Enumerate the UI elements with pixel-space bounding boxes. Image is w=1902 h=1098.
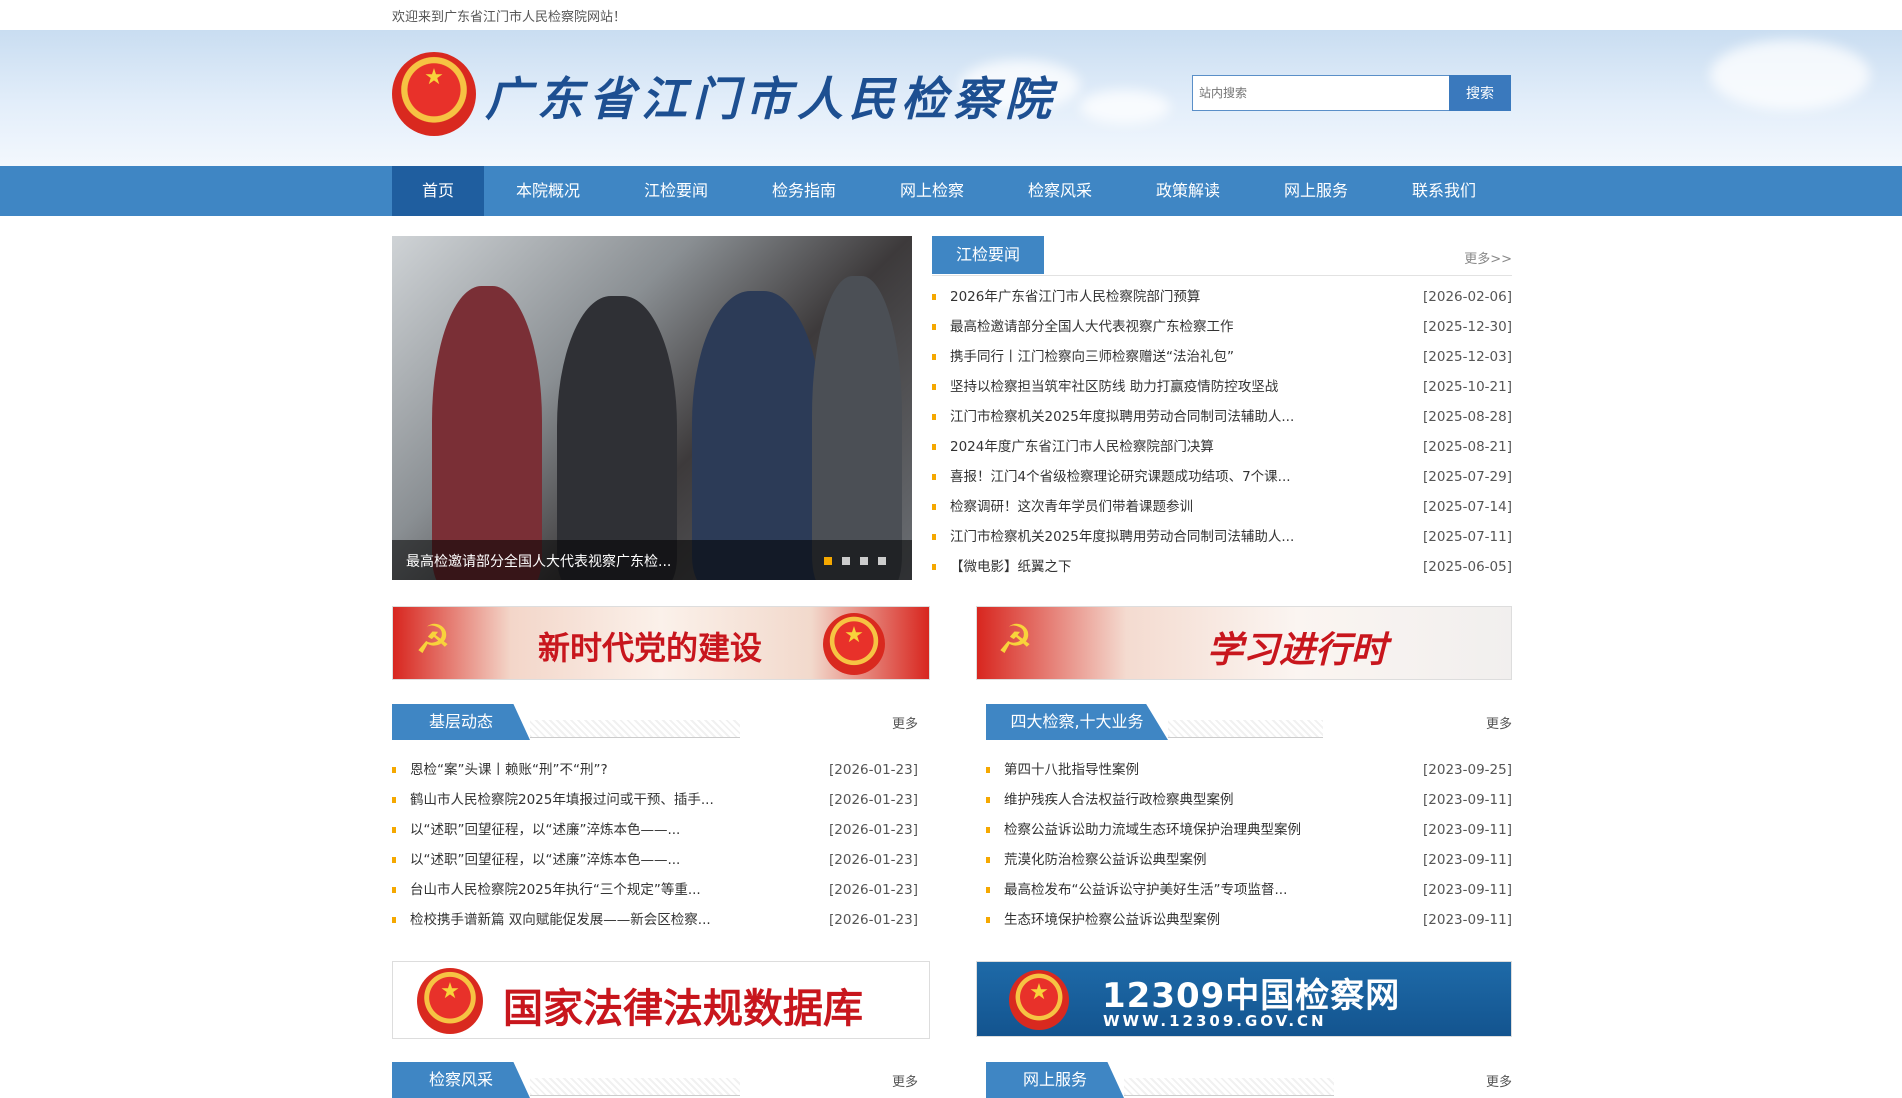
list-item[interactable]: 以“述职”回望征程，以“述廉”淬炼本色——... [2026-01-23] (392, 815, 918, 845)
tab-business[interactable]: 四大检察,十大业务 (986, 704, 1168, 740)
nav-policy[interactable]: 政策解读 (1124, 166, 1252, 216)
grassroots-more-link[interactable]: 更多 (892, 713, 918, 732)
grassroots-list: 恩检“案”头课丨赖账“刑”不“刑”? [2026-01-23] 鹤山市人民检察院2… (392, 755, 918, 935)
law-database-banner-text: 国家法律法规数据库 (503, 985, 863, 1032)
nav-guide[interactable]: 检务指南 (740, 166, 868, 216)
tab-gallery[interactable]: 检察风采 (392, 1062, 530, 1098)
header-stripe (1124, 1078, 1334, 1096)
list-item[interactable]: 台山市人民检察院2025年执行“三个规定”等重... [2026-01-23] (392, 875, 918, 905)
list-item[interactable]: 荒漠化防治检察公益诉讼典型案例 [2023-09-11] (986, 845, 1512, 875)
party-building-banner[interactable]: ☭ 新时代党的建设 (392, 606, 930, 680)
slide-photo-person (692, 291, 822, 580)
slider-dot[interactable] (824, 557, 832, 565)
slide-caption-bar: 最高检邀请部分全国人大代表视察广东检... (392, 540, 912, 580)
list-item[interactable]: 2026年广东省江门市人民检察院部门预算 [2026-02-06] (932, 282, 1512, 312)
slide-photo-person (812, 276, 902, 580)
nav-gallery[interactable]: 检察风采 (996, 166, 1124, 216)
slider-dot[interactable] (842, 557, 850, 565)
list-item[interactable]: 检察公益诉讼助力流域生态环境保护治理典型案例 [2023-09-11] (986, 815, 1512, 845)
tab-online-service[interactable]: 网上服务 (986, 1062, 1124, 1098)
list-item[interactable]: 最高检邀请部分全国人大代表视察广东检察工作 [2025-12-30] (932, 312, 1512, 342)
slide-photo-person (432, 286, 542, 580)
emblem-icon (823, 613, 885, 675)
list-item[interactable]: 检察调研！这次青年学员们带着课题参训 [2025-07-14] (932, 492, 1512, 522)
list-item[interactable]: 恩检“案”头课丨赖账“刑”不“刑”? [2026-01-23] (392, 755, 918, 785)
national-emblem-icon (417, 968, 483, 1034)
nav-about[interactable]: 本院概况 (484, 166, 612, 216)
header-stripe (530, 1078, 740, 1096)
welcome-text: 欢迎来到广东省江门市人民检察院网站！ (392, 10, 627, 25)
online-service-section-header: 网上服务 更多 (986, 1062, 1512, 1098)
main-nav: 首页 本院概况 江检要闻 检务指南 网上检察 检察风采 政策解读 网上服务 联系… (0, 166, 1902, 216)
list-item[interactable]: 携手同行丨江门检察向三师检察赠送“法治礼包” [2025-12-03] (932, 342, 1512, 372)
slide-photo-person (557, 296, 677, 580)
cloud-decoration (1080, 90, 1170, 124)
news-more-link[interactable]: 更多>> (1464, 248, 1512, 267)
business-more-link[interactable]: 更多 (1486, 713, 1512, 732)
gallery-section-header: 检察风采 更多 (392, 1062, 918, 1098)
party-emblem-icon: ☭ (415, 617, 451, 663)
slider-dot[interactable] (878, 557, 886, 565)
photo-slider[interactable]: 最高检邀请部分全国人大代表视察广东检... (392, 236, 912, 580)
list-item[interactable]: 喜报！江门4个省级检察理论研究课题成功结项、7个课... [2025-07-29] (932, 462, 1512, 492)
list-item[interactable]: 坚持以检察担当筑牢社区防线 助力打赢疫情防控攻坚战 [2025-10-21] (932, 372, 1512, 402)
business-list: 第四十八批指导性案例 [2023-09-25] 维护残疾人合法权益行政检察典型案例… (986, 755, 1512, 935)
search-box (1192, 75, 1450, 111)
tab-news[interactable]: 江检要闻 (932, 236, 1045, 274)
slider-dot[interactable] (860, 557, 868, 565)
nav-home[interactable]: 首页 (392, 166, 484, 216)
online-service-more-link[interactable]: 更多 (1486, 1071, 1512, 1090)
list-item[interactable]: 以“述职”回望征程，以“述廉”淬炼本色——... [2026-01-23] (392, 845, 918, 875)
search-input[interactable] (1193, 76, 1449, 110)
header-stripe (1168, 720, 1323, 738)
law-database-banner[interactable]: 国家法律法规数据库 (392, 961, 930, 1039)
list-item[interactable]: 最高检发布“公益诉讼守护美好生活”专项监督... [2023-09-11] (986, 875, 1512, 905)
slide-caption[interactable]: 最高检邀请部分全国人大代表视察广东检... (406, 551, 671, 571)
list-item[interactable]: 江门市检察机关2025年度拟聘用劳动合同制司法辅助人... [2025-07-11… (932, 522, 1512, 552)
list-item[interactable]: 生态环境保护检察公益诉讼典型案例 [2023-09-11] (986, 905, 1512, 935)
search-button[interactable]: 搜索 (1449, 75, 1511, 111)
list-item[interactable]: 第四十八批指导性案例 [2023-09-25] (986, 755, 1512, 785)
site-header: 广东省江门市人民检察院 搜索 (0, 30, 1902, 166)
study-banner[interactable]: ☭ 学习进行时 (976, 606, 1512, 680)
party-building-banner-text: 新时代党的建设 (538, 629, 763, 667)
tab-grassroots[interactable]: 基层动态 (392, 704, 530, 740)
cloud-decoration (1710, 40, 1870, 110)
party-emblem-icon: ☭ (997, 617, 1033, 663)
study-banner-text: 学习进行时 (1207, 629, 1388, 671)
procuratorate-12309-banner[interactable]: 12309中国检察网 WWW.12309.GOV.CN (976, 961, 1512, 1037)
national-emblem-logo[interactable] (392, 52, 476, 136)
list-item[interactable]: 检校携手谱新篇 双向赋能促发展——新会区检察... [2026-01-23] (392, 905, 918, 935)
nav-online-service[interactable]: 网上服务 (1252, 166, 1380, 216)
list-item[interactable]: 维护残疾人合法权益行政检察典型案例 [2023-09-11] (986, 785, 1512, 815)
list-item[interactable]: 江门市检察机关2025年度拟聘用劳动合同制司法辅助人... [2025-08-28… (932, 402, 1512, 432)
banner-12309-url: WWW.12309.GOV.CN (1103, 1012, 1327, 1030)
news-section-header: 江检要闻 更多>> (932, 236, 1512, 276)
list-item[interactable]: 2024年度广东省江门市人民检察院部门决算 [2025-08-21] (932, 432, 1512, 462)
gallery-more-link[interactable]: 更多 (892, 1071, 918, 1090)
nav-news[interactable]: 江检要闻 (612, 166, 740, 216)
nav-contact[interactable]: 联系我们 (1380, 166, 1508, 216)
national-emblem-icon (1009, 970, 1069, 1030)
nav-online-procuratorate[interactable]: 网上检察 (868, 166, 996, 216)
header-stripe (530, 720, 740, 738)
news-list: 2026年广东省江门市人民检察院部门预算 [2026-02-06] 最高检邀请部分… (932, 282, 1512, 582)
business-section-header: 四大检察,十大业务 更多 (986, 704, 1512, 740)
list-item[interactable]: 鹤山市人民检察院2025年填报过问或干预、插手... [2026-01-23] (392, 785, 918, 815)
list-item[interactable]: 【微电影】纸翼之下 [2025-06-05] (932, 552, 1512, 582)
banner-12309-title: 12309中国检察网 (1102, 976, 1401, 1016)
top-welcome-bar: 欢迎来到广东省江门市人民检察院网站！ (0, 0, 1902, 30)
site-title[interactable]: 广东省江门市人民检察院 (485, 63, 1057, 129)
grassroots-section-header: 基层动态 更多 (392, 704, 918, 740)
